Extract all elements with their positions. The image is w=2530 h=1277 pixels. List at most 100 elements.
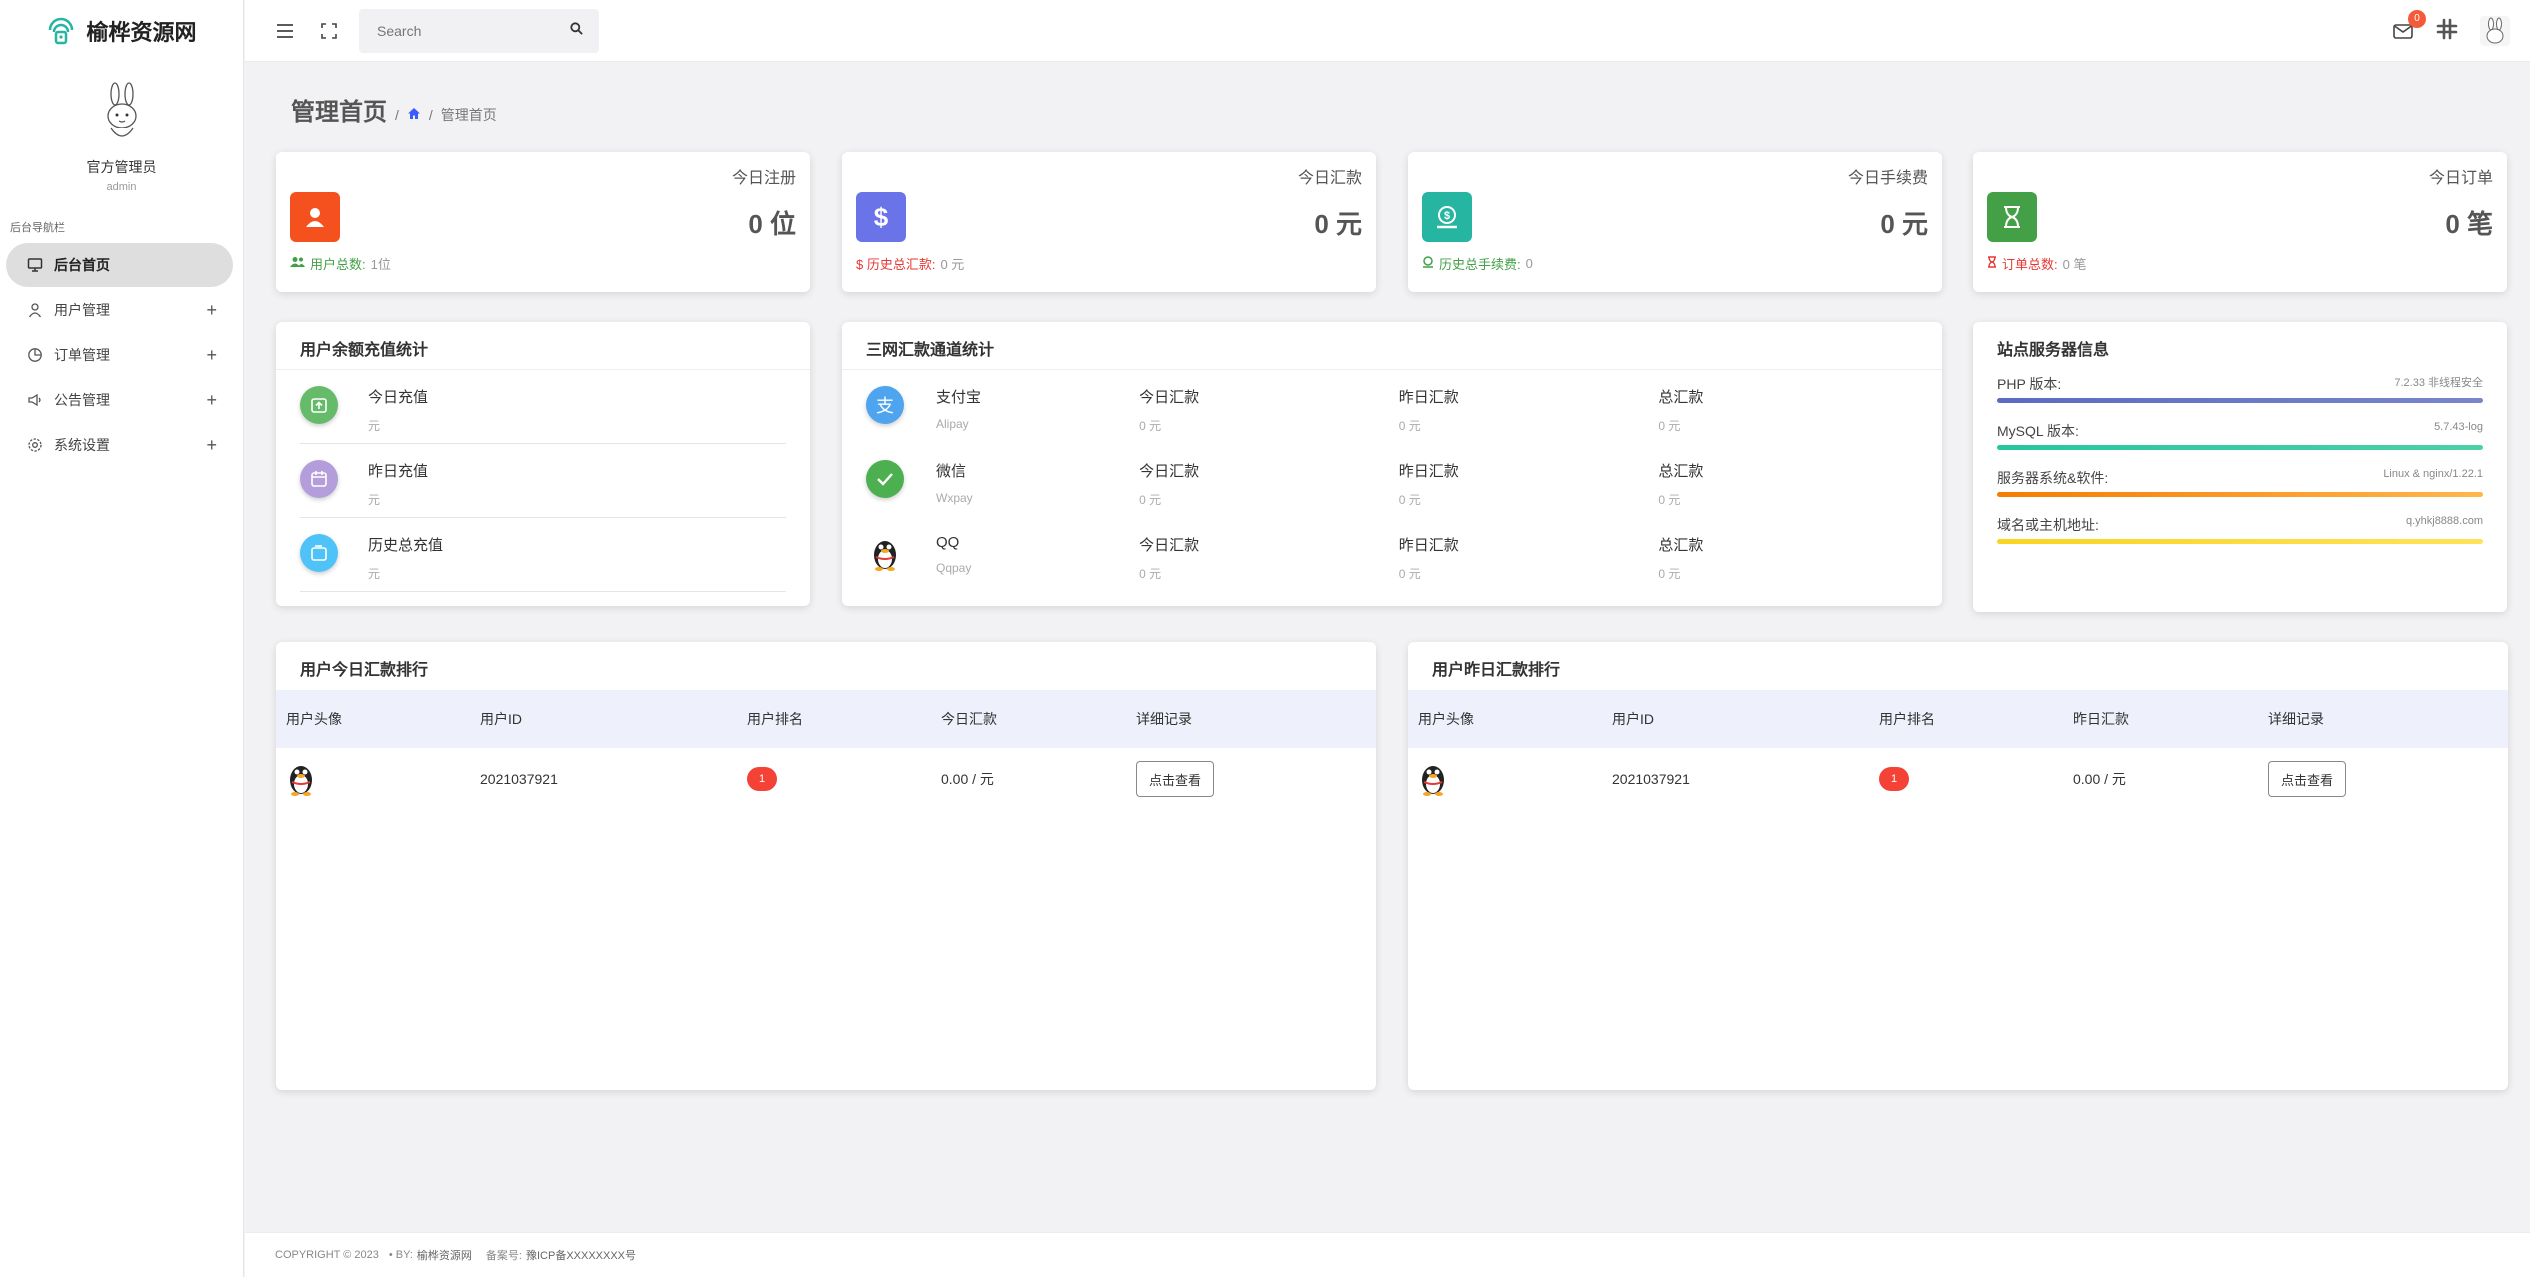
mail-icon[interactable]: 0 [2392,10,2426,42]
stat-label: 今日汇款 [1139,537,1200,554]
server-info-value: 7.2.33 非线程安全 [2394,377,2483,389]
breadcrumb-separator: / [395,107,399,123]
column-header: 详细记录 [1126,690,1376,748]
plus-icon[interactable]: + [206,435,217,456]
hourglass-icon [1987,256,1997,271]
channel-row-alipay: 支 支付宝 Alipay 今日汇款 0 元 昨日汇款 0 元 总汇款 0 元 [842,370,1942,444]
channel-name: QQ [936,534,960,551]
stat-value: 0 元 [1314,209,1362,239]
sidebar-item-users[interactable]: 用户管理 + [6,288,233,332]
server-info-value: Linux & nginx/1.22.1 [2383,468,2483,480]
column-header: 昨日汇款 [2063,690,2258,748]
server-info-value: 5.7.43-log [2434,421,2483,433]
profile-role: admin [106,181,137,193]
breadcrumb-current: 管理首页 [440,107,497,123]
menu-icon[interactable] [273,19,297,43]
channel-row-qq: QQ Qqpay 今日汇款 0 元 昨日汇款 0 元 总汇款 0 元 [842,518,1942,592]
column-header: 用户头像 [276,690,470,748]
card-title: 三网汇款通道统计 [842,322,1942,370]
stat-label: 昨日汇款 [1398,537,1459,554]
stat-value: 0 元 [1658,419,1681,433]
channel-name: 支付宝 [936,389,982,406]
column-header: 用户排名 [1869,690,2063,748]
yesterday-rank-card: 用户昨日汇款排行 用户头像 用户ID 用户排名 昨日汇款 详细记录 202103… [1408,642,2508,1090]
server-info-row: PHP 版本: 7.2.33 非线程安全 [1997,370,2483,403]
home-icon[interactable] [407,107,421,123]
qq-penguin-icon [1422,765,1444,796]
stat-value: 0 元 [1658,493,1681,507]
channel-stat: 总汇款 0 元 [1658,386,1918,434]
svg-text:$: $ [1444,210,1450,222]
sidebar-item-settings[interactable]: 系统设置 + [6,423,233,467]
stat-footer-label: 订单总数: [2002,257,2058,272]
copyright-text: COPYRIGHT © 2023 [275,1249,379,1261]
amount-cell: 0.00 / 元 [941,771,994,787]
sidebar-item-orders[interactable]: 订单管理 + [6,333,233,377]
stat-footer-value: 1位 [370,257,391,272]
page-heading: 管理首页 / / 管理首页 [291,92,497,127]
stat-label: 总汇款 [1658,389,1704,406]
stat-value: 0 位 [748,209,796,239]
server-info-row: 域名或主机地址: q.yhkj8888.com [1997,497,2483,544]
stat-value: 0 元 [1880,209,1928,239]
users-icon [290,256,305,271]
by-label: • BY: [388,1249,413,1261]
list-item: 今日充值 元 [300,370,786,444]
sidebar-item-dashboard[interactable]: 后台首页 [6,243,233,287]
stat-label: 昨日汇款 [1398,463,1459,480]
by-link[interactable]: 榆桦资源网 [417,1247,472,1263]
fullscreen-icon[interactable] [317,19,341,43]
view-details-button[interactable]: 点击查看 [1136,761,1215,797]
sidebar: 榆桦资源网 官方管理员 admin 后台导航栏 后台首页 用户管理 + 订单管理… [0,0,244,1277]
channel-code: Qqpay [936,561,972,575]
plus-icon[interactable]: + [206,345,217,366]
item-unit: 元 [368,493,381,507]
column-header: 用户ID [470,690,737,748]
stat-card-fees: 今日手续费 $ 0 元 历史总手续费: 0 [1408,152,1942,292]
list-item: 昨日充值 元 [300,444,786,518]
plus-icon[interactable]: + [206,300,217,321]
card-title: 用户今日汇款排行 [300,662,429,679]
channel-name-cell: QQ Qqpay [866,534,1139,575]
icp-link[interactable]: 豫ICP备XXXXXXXX号 [526,1247,636,1263]
search-icon[interactable] [570,21,583,40]
sidebar-item-notices[interactable]: 公告管理 + [6,378,233,422]
stat-label: 总汇款 [1658,463,1704,480]
channel-stat: 今日汇款 0 元 [1139,534,1399,582]
sidebar-item-label: 用户管理 [54,302,110,318]
stat-label: 昨日汇款 [1398,389,1459,406]
stat-value: 0 元 [1398,567,1421,581]
channel-stat: 昨日汇款 0 元 [1399,534,1659,582]
money-bag-icon: $ [1422,192,1472,242]
stat-label: 总汇款 [1658,537,1704,554]
plus-icon[interactable]: + [206,390,217,411]
rank-cell: 1 [737,748,931,810]
channel-stats-card: 三网汇款通道统计 支 支付宝 Alipay 今日汇款 0 元 昨日汇款 0 元 总汇… [842,322,1942,606]
server-info-value: q.yhkj8888.com [2405,515,2483,527]
stat-value: 0 元 [1139,567,1162,581]
channel-stat: 昨日汇款 0 元 [1399,460,1659,508]
stat-card-orders: 今日订单 0 笔 订单总数: 0 笔 [1973,152,2507,292]
stat-card-registrations: 今日注册 0 位 用户总数: 1位 [276,152,810,292]
card-title: 用户余额充值统计 [276,322,810,370]
stat-value: 0 元 [1658,567,1681,581]
server-info-label: 域名或主机地址: [1997,517,2099,533]
brand-logo[interactable]: 榆桦资源网 [0,0,243,62]
mail-badge: 0 [2408,10,2426,28]
table-row: 2021037921 1 0.00 / 元 点击查看 [276,748,1376,810]
view-details-button[interactable]: 点击查看 [2268,761,2347,797]
stat-label: 今日手续费 [1847,170,1928,187]
avatar[interactable] [91,82,153,144]
dollar-icon: $ [856,192,906,242]
item-unit: 元 [368,567,381,581]
stat-footer-label: 用户总数: [310,257,366,272]
nav-title: 后台导航栏 [10,222,65,234]
user-avatar[interactable] [2480,16,2510,46]
stat-label: 今日订单 [2428,170,2493,187]
monitor-icon [26,256,44,274]
today-rank-card: 用户今日汇款排行 用户头像 用户ID 用户排名 今日汇款 详细记录 202103… [276,642,1376,1090]
sidebar-item-label: 后台首页 [54,257,110,273]
slack-icon[interactable] [2436,18,2458,45]
search-input[interactable] [375,21,570,40]
stat-label: 今日汇款 [1139,389,1200,406]
